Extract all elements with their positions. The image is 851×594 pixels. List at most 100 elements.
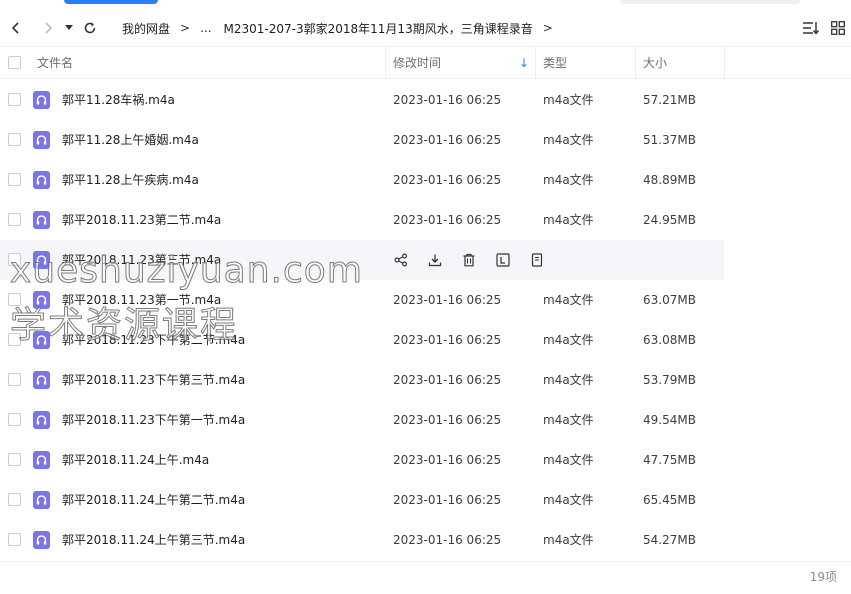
file-row[interactable]: 郭平2018.11.23下午第二节.m4a 2023-01-16 06:25 m4a…	[0, 320, 851, 360]
file-type: m4a文件	[543, 373, 594, 387]
file-modified-time: 2023-01-16 06:25	[393, 173, 502, 187]
file-modified-time: 2023-01-16 06:25	[393, 293, 502, 307]
delete-icon[interactable]	[460, 251, 478, 269]
view-toggle-button[interactable]	[828, 10, 848, 46]
file-type: m4a文件	[543, 333, 594, 347]
file-modified-time: 2023-01-16 06:25	[393, 373, 502, 387]
file-name[interactable]: 郭平11.28上午疾病.m4a	[62, 160, 199, 200]
breadcrumb-current-folder[interactable]: M2301-207-3郭家2018年11月13期风水，三角课程录音	[224, 20, 533, 37]
file-list-header: 文件名 修改时间 ↓ 类型 大小	[0, 46, 851, 79]
file-name[interactable]: 郭平11.28上午婚姻.m4a	[62, 120, 199, 160]
refresh-button[interactable]	[80, 10, 100, 46]
select-all-checkbox[interactable]	[8, 47, 21, 78]
file-size: 49.54MB	[643, 413, 696, 427]
audio-file-icon	[33, 331, 50, 349]
file-row[interactable]: 郭平2018.11.23第三节.m4a	[0, 240, 724, 280]
file-name[interactable]: 郭平2018.11.23下午第一节.m4a	[62, 400, 245, 440]
breadcrumb-ellipsis[interactable]: ...	[200, 21, 211, 35]
row-checkbox[interactable]	[8, 533, 21, 546]
file-name[interactable]: 郭平2018.11.24上午第二节.m4a	[62, 480, 245, 520]
file-name[interactable]: 郭平11.28车祸.m4a	[62, 80, 175, 120]
download-icon[interactable]	[426, 251, 444, 269]
file-type: m4a文件	[543, 93, 594, 107]
row-checkbox[interactable]	[8, 453, 21, 466]
file-row[interactable]: 郭平11.28上午疾病.m4a 2023-01-16 06:25 m4a文件 48.8…	[0, 160, 851, 200]
file-type: m4a文件	[543, 213, 594, 227]
file-row[interactable]: 郭平2018.11.23下午第三节.m4a 2023-01-16 06:25 m4a…	[0, 360, 851, 400]
row-actions	[392, 248, 562, 272]
file-size: 47.75MB	[643, 453, 696, 467]
file-type: m4a文件	[543, 533, 594, 547]
row-checkbox[interactable]	[8, 93, 21, 106]
file-row[interactable]: 郭平11.28上午婚姻.m4a 2023-01-16 06:25 m4a文件 51.3…	[0, 120, 851, 160]
file-size: 51.37MB	[643, 133, 696, 147]
file-modified-time: 2023-01-16 06:25	[393, 133, 502, 147]
file-name[interactable]: 郭平2018.11.23第一节.m4a	[62, 280, 221, 320]
audio-file-icon	[33, 371, 50, 389]
sort-button[interactable]	[800, 10, 822, 46]
share-icon[interactable]	[392, 251, 410, 269]
file-type: m4a文件	[543, 453, 594, 467]
rename-icon[interactable]	[494, 251, 512, 269]
row-checkbox[interactable]	[8, 493, 21, 506]
row-checkbox[interactable]	[8, 333, 21, 346]
file-name[interactable]: 郭平2018.11.24上午第三节.m4a	[62, 520, 245, 560]
file-size: 57.21MB	[643, 93, 696, 107]
more-icon[interactable]	[528, 251, 546, 269]
row-checkbox[interactable]	[8, 173, 21, 186]
breadcrumb-separator: >	[180, 21, 191, 35]
back-button[interactable]	[6, 10, 26, 46]
header-name[interactable]: 文件名	[37, 47, 73, 78]
top-active-tab-fragment	[64, 0, 158, 4]
audio-file-icon	[33, 491, 50, 509]
row-checkbox[interactable]	[8, 413, 21, 426]
file-size: 63.08MB	[643, 333, 696, 347]
file-size: 63.07MB	[643, 293, 696, 307]
file-modified-time: 2023-01-16 06:25	[393, 93, 502, 107]
audio-file-icon	[33, 131, 50, 149]
row-checkbox[interactable]	[8, 133, 21, 146]
sort-arrow-icon: ↓	[519, 55, 530, 70]
file-name[interactable]: 郭平2018.11.23第三节.m4a	[62, 240, 221, 280]
file-modified-time: 2023-01-16 06:25	[393, 333, 502, 347]
file-row[interactable]: 郭平11.28车祸.m4a 2023-01-16 06:25 m4a文件 57.21M…	[0, 80, 851, 120]
file-type: m4a文件	[543, 173, 594, 187]
top-search-fragment	[620, 0, 800, 4]
file-modified-time: 2023-01-16 06:25	[393, 413, 502, 427]
sort-icon	[803, 22, 820, 35]
breadcrumb: 我的网盘 > ... M2301-207-3郭家2018年11月13期风水，三角…	[122, 10, 563, 46]
breadcrumb-root[interactable]: 我的网盘	[122, 20, 170, 37]
grid-view-icon	[831, 21, 845, 35]
file-row[interactable]: 郭平2018.11.23第一节.m4a 2023-01-16 06:25 m4a文件…	[0, 280, 851, 320]
file-name[interactable]: 郭平2018.11.24上午.m4a	[62, 440, 209, 480]
row-checkbox[interactable]	[8, 373, 21, 386]
file-modified-time: 2023-01-16 06:25	[393, 533, 502, 547]
file-type: m4a文件	[543, 293, 594, 307]
file-modified-time: 2023-01-16 06:25	[393, 493, 502, 507]
audio-file-icon	[33, 451, 50, 469]
header-type[interactable]: 类型	[543, 47, 567, 78]
file-row[interactable]: 郭平2018.11.24上午第二节.m4a 2023-01-16 06:25 m4a…	[0, 480, 851, 520]
file-size: 48.89MB	[643, 173, 696, 187]
forward-button[interactable]	[38, 10, 58, 46]
file-type: m4a文件	[543, 413, 594, 427]
file-row[interactable]: 郭平2018.11.23第二节.m4a 2023-01-16 06:25 m4a文件…	[0, 200, 851, 240]
refresh-icon	[84, 22, 96, 34]
audio-file-icon	[33, 211, 50, 229]
header-size[interactable]: 大小	[643, 47, 667, 78]
header-modified[interactable]: 修改时间	[393, 47, 441, 78]
audio-file-icon	[33, 91, 50, 109]
file-row[interactable]: 郭平2018.11.24上午.m4a 2023-01-16 06:25 m4a文件 4…	[0, 440, 851, 480]
history-dropdown[interactable]	[62, 10, 76, 46]
row-checkbox[interactable]	[8, 213, 21, 226]
row-checkbox[interactable]	[8, 253, 21, 266]
file-name[interactable]: 郭平2018.11.23下午第三节.m4a	[62, 360, 245, 400]
file-row[interactable]: 郭平2018.11.24上午第三节.m4a 2023-01-16 06:25 m4a…	[0, 520, 851, 560]
file-row[interactable]: 郭平2018.11.23下午第一节.m4a 2023-01-16 06:25 m4a…	[0, 400, 851, 440]
row-checkbox[interactable]	[8, 293, 21, 306]
file-name[interactable]: 郭平2018.11.23下午第二节.m4a	[62, 320, 245, 360]
file-modified-time: 2023-01-16 06:25	[393, 213, 502, 227]
file-name[interactable]: 郭平2018.11.23第二节.m4a	[62, 200, 221, 240]
chevron-right-icon	[45, 22, 53, 34]
file-type: m4a文件	[543, 133, 594, 147]
